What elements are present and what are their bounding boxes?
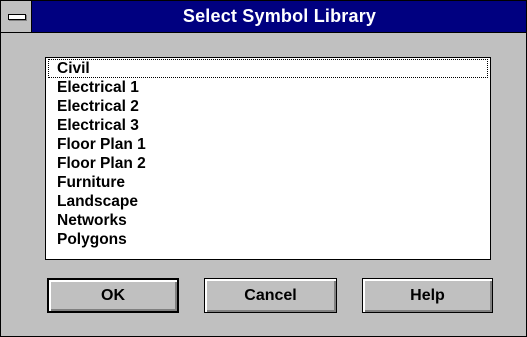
list-item-civil[interactable]: Civil	[48, 59, 488, 78]
list-item-electrical-3[interactable]: Electrical 3	[48, 116, 488, 135]
list-item-polygons[interactable]: Polygons	[48, 230, 488, 249]
dialog-title: Select Symbol Library	[182, 6, 377, 26]
list-item-floor-plan-1[interactable]: Floor Plan 1	[48, 135, 488, 154]
cancel-button[interactable]: Cancel	[204, 278, 337, 313]
list-item-floor-plan-2[interactable]: Floor Plan 2	[48, 154, 488, 173]
list-item-electrical-2[interactable]: Electrical 2	[48, 97, 488, 116]
title-bar[interactable]: Select Symbol Library	[1, 1, 526, 33]
list-item-electrical-1[interactable]: Electrical 1	[48, 78, 488, 97]
system-menu-icon	[8, 14, 26, 20]
help-button[interactable]: Help	[362, 278, 493, 313]
ok-button[interactable]: OK	[47, 278, 179, 313]
system-menu-button[interactable]	[1, 1, 32, 32]
list-item-furniture[interactable]: Furniture	[48, 173, 488, 192]
symbol-library-listbox[interactable]: Civil Electrical 1 Electrical 2 Electric…	[45, 57, 491, 260]
list-item-networks[interactable]: Networks	[48, 211, 488, 230]
select-symbol-library-dialog: Select Symbol Library Civil Electrical 1…	[0, 0, 527, 337]
list-item-landscape[interactable]: Landscape	[48, 192, 488, 211]
